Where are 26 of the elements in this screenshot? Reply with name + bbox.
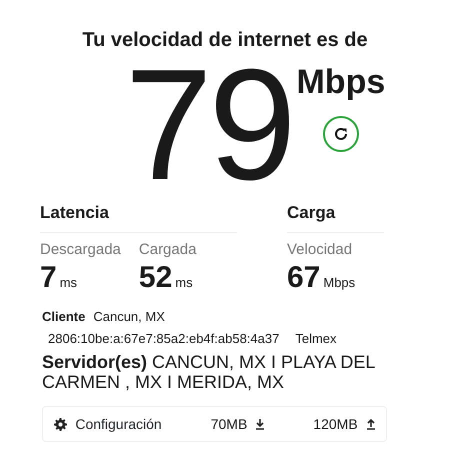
- ip-address: 2806:10be:a:67e7:85a2:eb4f:ab58:4a37: [48, 330, 280, 346]
- servers-text: Servidor(es) CANCUN, MX I PLAYA DEL CARMEN , MX I MERIDA, MX: [42, 352, 376, 392]
- upload-size: 120MB: [313, 414, 358, 434]
- metric-value: 7: [40, 261, 57, 295]
- refresh-button[interactable]: [322, 116, 359, 152]
- isp-name: Telmex: [295, 330, 337, 346]
- settings-button[interactable]: Configuración: [53, 412, 163, 436]
- gear-icon: [54, 418, 68, 430]
- download-icon: [255, 418, 266, 430]
- metric-label: Cargada: [138, 240, 196, 260]
- download-size: 70MB: [210, 414, 248, 434]
- client-label: Cliente: [42, 309, 86, 324]
- speed-value: 79: [124, 60, 292, 190]
- metric-value: 67: [287, 261, 320, 295]
- section-heading: Latencia: [40, 200, 237, 232]
- metric-value: 52: [138, 261, 172, 295]
- upload-icon: [366, 418, 376, 430]
- heading: Tu velocidad de internet es de: [82, 28, 368, 52]
- metric-unit: ms: [175, 274, 193, 292]
- section-heading: Carga: [287, 200, 384, 232]
- metric-label: Descargada: [40, 240, 121, 260]
- metric-unit: Mbps: [323, 274, 356, 292]
- metric-label: Velocidad: [287, 240, 354, 260]
- client-location: Cancun, MX: [93, 309, 165, 324]
- metric-unit: ms: [60, 274, 78, 292]
- speed-unit: Mbps: [296, 64, 386, 100]
